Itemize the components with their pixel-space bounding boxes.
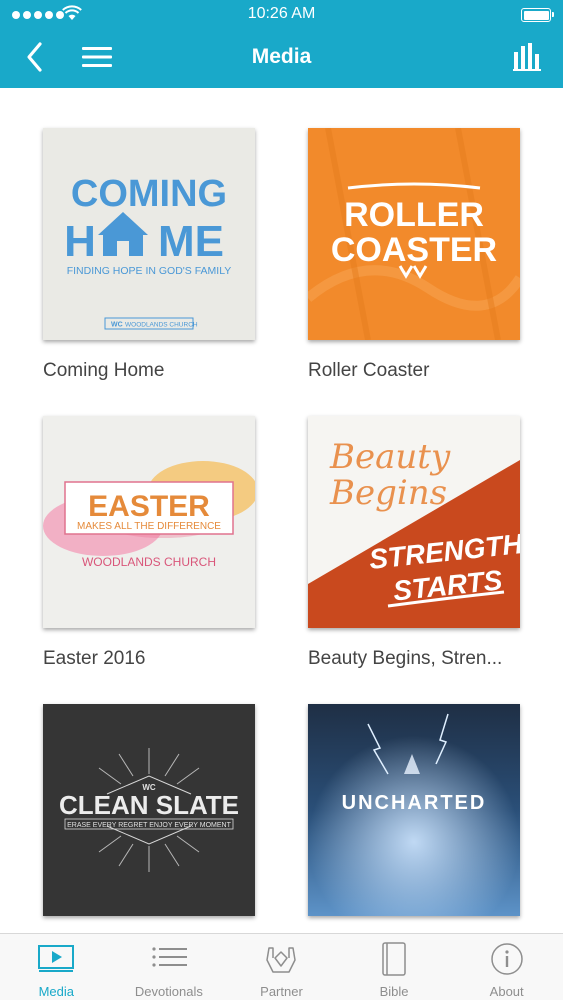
svg-text:UNCHARTED: UNCHARTED	[342, 792, 487, 814]
svg-text:CLEAN SLATE: CLEAN SLATE	[59, 790, 239, 820]
media-item-clean-slate[interactable]: WC CLEAN SLATE ERASE EVERY REGRET ENJOY …	[43, 704, 255, 933]
svg-text:MAKES ALL THE DIFFERENCE: MAKES ALL THE DIFFERENCE	[77, 521, 221, 532]
tab-bar: Media Devotionals Partner Bible About	[0, 933, 563, 1000]
media-grid: COMING H ME FINDING HOPE IN GOD'S FAMILY…	[0, 88, 563, 933]
tab-about[interactable]: About	[450, 934, 563, 1000]
status-bar: 10:26 AM	[0, 0, 563, 30]
tab-devotionals[interactable]: Devotionals	[113, 934, 226, 1000]
svg-text:ME: ME	[158, 217, 224, 266]
svg-text:COMING: COMING	[71, 173, 227, 215]
top-bar: 10:26 AM Media	[0, 0, 563, 88]
svg-text:WC: WC	[111, 322, 123, 329]
back-chevron-icon[interactable]	[22, 40, 52, 74]
list-icon	[152, 947, 187, 967]
equalizer-icon[interactable]	[513, 42, 543, 72]
svg-text:H: H	[64, 217, 96, 266]
svg-text:ROLLER: ROLLER	[344, 196, 484, 234]
media-cover-beauty-begins[interactable]: Beauty Begins STRENGTH STARTS	[308, 416, 520, 628]
tab-label: Partner	[260, 984, 303, 999]
media-item-beauty-begins[interactable]: Beauty Begins STRENGTH STARTS Beauty Beg…	[308, 416, 520, 670]
media-title: Easter 2016	[43, 648, 146, 669]
media-cover-clean-slate[interactable]: WC CLEAN SLATE ERASE EVERY REGRET ENJOY …	[43, 704, 255, 916]
status-time: 10:26 AM	[247, 5, 316, 22]
media-item-roller-coaster[interactable]: ROLLER COASTER Roller Coaster	[308, 128, 520, 382]
tab-partner[interactable]: Partner	[225, 934, 338, 1000]
tab-label: Bible	[379, 984, 409, 999]
media-title: Coming Home	[43, 360, 165, 381]
svg-text:FINDING HOPE IN GOD'S FAMILY: FINDING HOPE IN GOD'S FAMILY	[67, 265, 232, 277]
svg-text:WOODLANDS CHURCH: WOODLANDS CHURCH	[82, 555, 216, 569]
svg-text:Begins: Begins	[329, 473, 447, 513]
praying-hands-icon	[266, 947, 297, 973]
media-cover-easter[interactable]: EASTER MAKES ALL THE DIFFERENCE WOODLAND…	[43, 416, 255, 628]
tab-label: Media	[38, 984, 74, 999]
tab-bible[interactable]: Bible	[338, 934, 451, 1000]
media-item-coming-home[interactable]: COMING H ME FINDING HOPE IN GOD'S FAMILY…	[43, 128, 255, 382]
tab-media[interactable]: Media	[0, 934, 113, 1000]
tab-label: About	[489, 984, 524, 999]
media-title: Roller Coaster	[308, 360, 430, 381]
media-cover-uncharted[interactable]: UNCHARTED	[308, 704, 520, 916]
battery-icon	[521, 8, 554, 22]
media-item-uncharted[interactable]: UNCHARTED	[308, 704, 520, 933]
media-player-icon	[38, 945, 75, 972]
svg-text:COASTER: COASTER	[331, 231, 497, 269]
svg-text:EASTER: EASTER	[88, 490, 210, 523]
tab-label: Devotionals	[134, 984, 203, 999]
media-title: Beauty Begins, Stren...	[308, 648, 503, 669]
media-item-easter-2016[interactable]: EASTER MAKES ALL THE DIFFERENCE WOODLAND…	[43, 416, 255, 670]
svg-text:WOODLANDS CHURCH: WOODLANDS CHURCH	[125, 322, 198, 329]
media-cover-roller-coaster[interactable]: ROLLER COASTER	[308, 128, 520, 340]
book-icon	[382, 942, 406, 976]
hamburger-menu-icon[interactable]	[82, 44, 112, 70]
svg-text:ERASE EVERY REGRET ENJOY EVERY: ERASE EVERY REGRET ENJOY EVERY MOMENT	[67, 822, 231, 829]
info-icon	[490, 943, 523, 975]
svg-text:Beauty: Beauty	[329, 437, 451, 477]
media-cover-coming-home[interactable]: COMING H ME FINDING HOPE IN GOD'S FAMILY…	[43, 128, 255, 340]
